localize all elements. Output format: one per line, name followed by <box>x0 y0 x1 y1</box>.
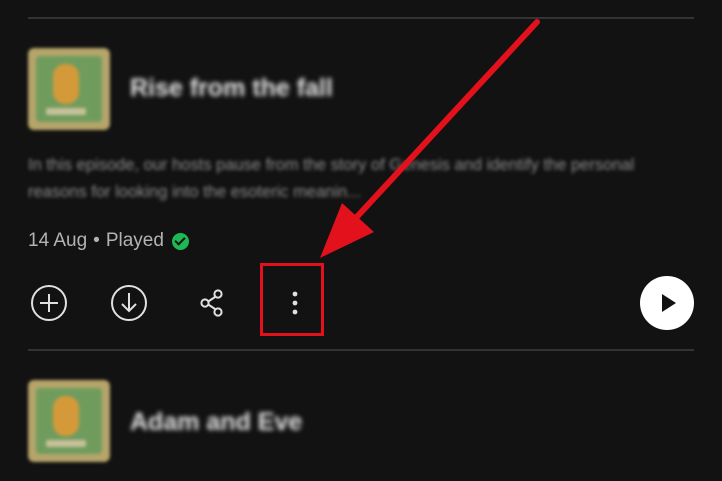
annotation-arrow-icon <box>320 19 540 258</box>
